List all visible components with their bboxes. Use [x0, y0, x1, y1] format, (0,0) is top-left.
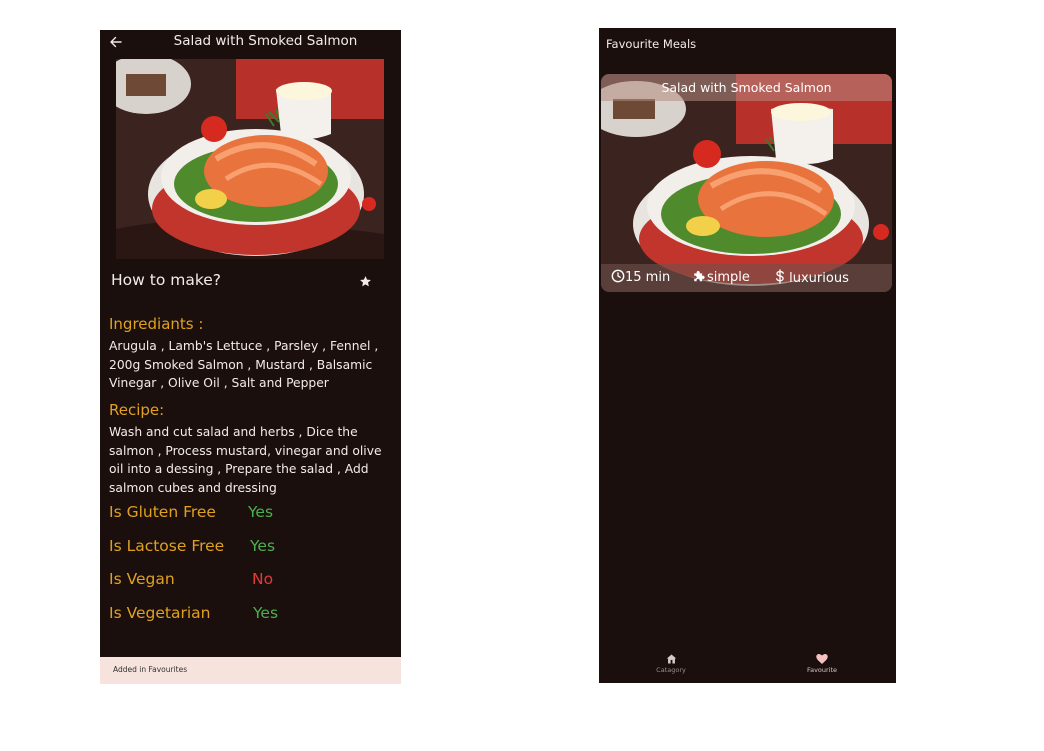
nav-label-favourite: Favourite — [806, 666, 838, 674]
ingredients-text: Arugula , Lamb's Lettuce , Parsley , Fen… — [109, 339, 379, 390]
meal-title: Salad with Smoked Salmon — [661, 80, 832, 95]
vegetarian-value: Yes — [253, 604, 279, 622]
how-to-make-heading: How to make? — [111, 271, 222, 289]
ingredients-heading: Ingrediants : — [109, 315, 204, 333]
home-icon — [666, 654, 676, 664]
snackbar: Added in Favourites — [100, 657, 401, 684]
affordability-text: luxurious — [789, 271, 849, 286]
gluten-free-value: Yes — [248, 503, 274, 521]
nav-item-category[interactable]: Catagory — [631, 646, 711, 680]
lactose-free-value: Yes — [250, 537, 276, 555]
nav-item-favourite[interactable]: Favourite — [782, 646, 862, 680]
vegan-label: Is Vegan — [109, 570, 175, 588]
dollar-icon — [776, 269, 784, 284]
puzzle-icon — [694, 270, 705, 282]
meal-card[interactable]: Salad with Smoked Salmon 15 min simple l… — [601, 74, 892, 292]
meal-image — [601, 74, 892, 292]
clock-icon — [611, 269, 625, 283]
vegetarian-label: Is Vegetarian — [109, 604, 211, 622]
complexity-text: simple — [707, 270, 750, 285]
favourites-screen: Favourite Meals Salad with Smoked Salmon… — [599, 28, 896, 683]
page-title: Favourite Meals — [606, 37, 697, 51]
duration-info: 15 min — [611, 269, 670, 285]
app-bar: Salad with Smoked Salmon — [100, 30, 401, 55]
nav-label-category: Catagory — [656, 666, 686, 674]
card-info-bar: 15 min simple luxurious — [601, 264, 892, 292]
snackbar-text: Added in Favourites — [113, 665, 188, 674]
heart-icon — [816, 654, 828, 664]
star-icon[interactable] — [359, 275, 372, 288]
meal-detail-screen: Salad with Smoked Salmon How to make? In… — [100, 30, 401, 684]
lactose-free-label: Is Lactose Free — [109, 537, 225, 555]
complexity-info: simple — [692, 269, 750, 285]
meal-image — [116, 59, 384, 259]
recipe-text: Wash and cut salad and herbs , Dice the … — [109, 425, 382, 495]
duration-text: 15 min — [625, 270, 671, 285]
gluten-free-label: Is Gluten Free — [109, 503, 216, 521]
arrow-left-icon[interactable] — [108, 34, 124, 50]
vegan-value: No — [252, 570, 274, 588]
recipe-heading: Recipe: — [109, 401, 165, 419]
bottom-navigation: Catagory Favourite — [599, 646, 896, 683]
card-title-bar: Salad with Smoked Salmon — [601, 74, 892, 101]
page-title: Salad with Smoked Salmon — [173, 33, 358, 49]
affordability-info: luxurious — [775, 269, 849, 286]
